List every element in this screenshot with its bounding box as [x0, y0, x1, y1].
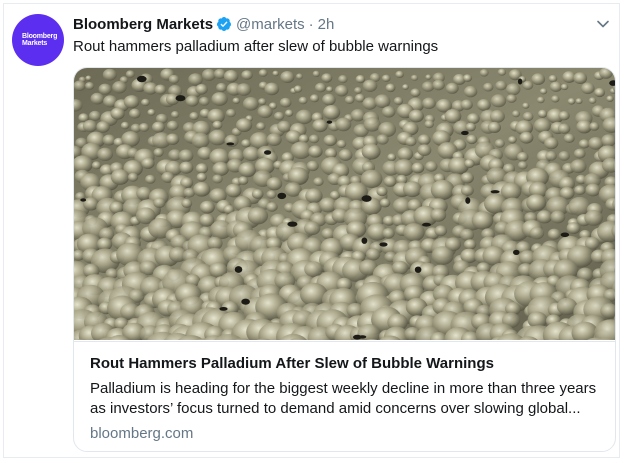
bubbly-metal-image[interactable]: [74, 68, 616, 340]
handle[interactable]: @markets: [236, 16, 305, 33]
card-description-line1: Palladium is heading for the biggest wee…: [90, 380, 597, 397]
avatar[interactable]: Bloomberg Markets: [12, 14, 64, 66]
separator-dot: ·: [308, 15, 314, 33]
card-body[interactable]: Rout Hammers Palladium After Slew of Bub…: [74, 341, 615, 451]
tweet-header: Bloomberg Markets @markets · 2h: [73, 13, 334, 35]
tweet[interactable]: Bloomberg Markets Bloomberg Markets @mar…: [3, 3, 620, 458]
chevron-down-icon[interactable]: [596, 17, 610, 31]
display-name[interactable]: Bloomberg Markets: [73, 16, 213, 33]
verified-badge-icon: [217, 17, 232, 31]
timestamp[interactable]: 2h: [318, 16, 335, 33]
card-domain[interactable]: bloomberg.com: [90, 425, 193, 442]
card-description-line2: as investors’ focus turned to demand ami…: [90, 400, 581, 417]
avatar-text-line1: Bloomberg: [22, 33, 58, 40]
link-card[interactable]: Rout Hammers Palladium After Slew of Bub…: [73, 67, 616, 452]
tweet-text: Rout hammers palladium after slew of bub…: [73, 38, 439, 55]
card-title[interactable]: Rout Hammers Palladium After Slew of Bub…: [90, 355, 494, 372]
avatar-text-line2: Markets: [22, 40, 48, 47]
card-description: Palladium is heading for the biggest wee…: [90, 379, 605, 419]
